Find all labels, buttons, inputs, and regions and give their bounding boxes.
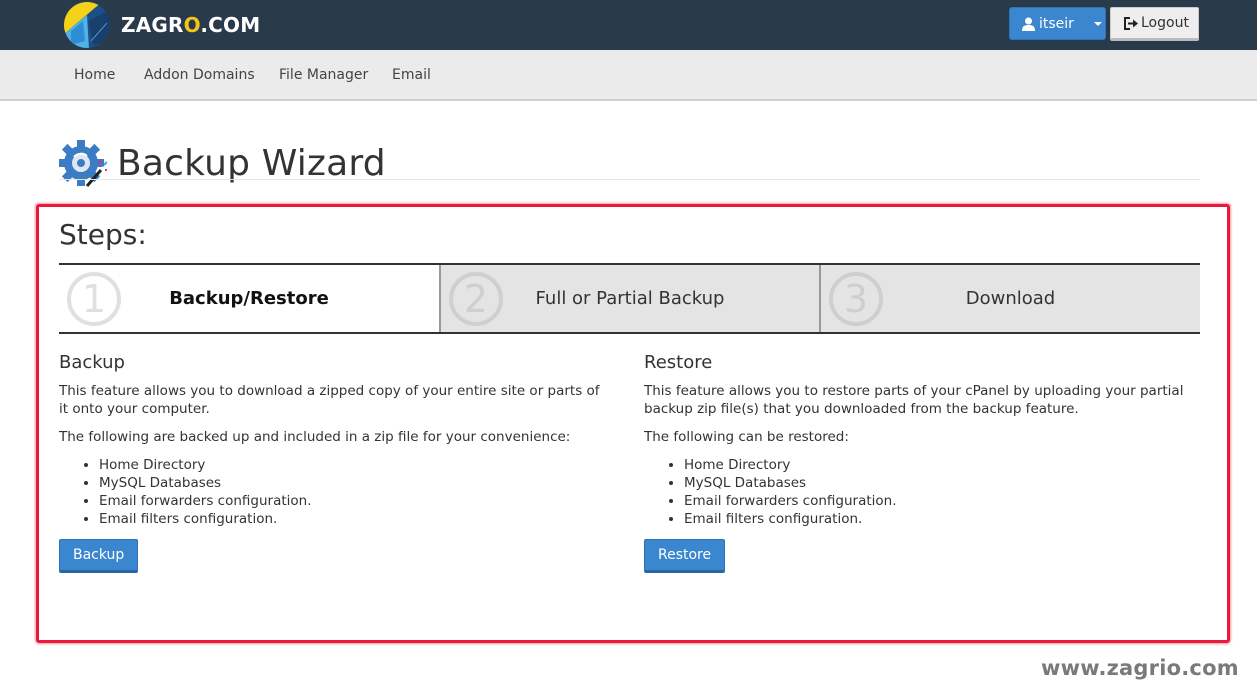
backup-wizard-icon	[59, 139, 107, 187]
backup-description: This feature allows you to download a zi…	[59, 383, 600, 417]
nav-item-addon-domains[interactable]: Addon Domains	[144, 67, 255, 83]
backup-heading: Backup	[59, 352, 125, 373]
list-item: Email forwarders configuration.	[684, 492, 1189, 510]
backup-list-intro: The following are backed up and included…	[59, 429, 571, 445]
nav-item-file-manager[interactable]: File Manager	[279, 67, 368, 83]
list-item: Home Directory	[684, 456, 1189, 474]
nav-bar: Home Addon Domains File Manager Email	[0, 50, 1257, 101]
brand-name: ZAGRO.COM	[121, 13, 261, 37]
header-divider	[59, 179, 1200, 180]
restore-items: Home Directory MySQL Databases Email for…	[644, 456, 1189, 528]
username: itseir	[1039, 15, 1074, 32]
backup-section: Backup This feature allows you to downlo…	[59, 352, 604, 573]
page-title: Backup Wizard	[117, 143, 386, 185]
restore-list-intro: The following can be restored:	[644, 429, 849, 445]
brand-logo-icon	[64, 2, 110, 48]
backup-button[interactable]: Backup	[59, 539, 139, 573]
list-item: Home Directory	[99, 456, 604, 474]
nav-item-email[interactable]: Email	[392, 67, 431, 83]
page-header: Backup Wizard	[59, 119, 386, 208]
step-number: 3	[829, 272, 883, 326]
step-label: Full or Partial Backup	[535, 288, 725, 309]
step-backup-restore[interactable]: 1 Backup/Restore	[59, 265, 439, 332]
watermark: www.zagrio.com	[1041, 656, 1239, 680]
list-item: Email filters configuration.	[684, 510, 1189, 528]
caret-down-icon	[1093, 21, 1102, 26]
user-icon	[1022, 17, 1035, 31]
logout-label: Logout	[1141, 15, 1189, 31]
list-item: Email forwarders configuration.	[99, 492, 604, 510]
step-download[interactable]: 3 Download	[819, 265, 1200, 332]
steps-bar: 1 Backup/Restore 2 Full or Partial Backu…	[59, 263, 1200, 334]
restore-heading: Restore	[644, 352, 713, 373]
backup-items: Home Directory MySQL Databases Email for…	[59, 456, 604, 528]
step-number: 2	[449, 272, 503, 326]
list-item: MySQL Databases	[99, 474, 604, 492]
steps-title: Steps:	[59, 218, 147, 251]
restore-section: Restore This feature allows you to resto…	[644, 352, 1189, 573]
restore-description: This feature allows you to restore parts…	[644, 383, 1184, 417]
step-label: Download	[965, 288, 1056, 309]
restore-button[interactable]: Restore	[644, 539, 726, 573]
user-menu-button[interactable]: itseir	[1009, 7, 1106, 40]
brand[interactable]: ZAGRO.COM	[63, 1, 260, 49]
step-number: 1	[67, 272, 121, 326]
nav-item-home[interactable]: Home	[74, 67, 115, 83]
list-item: MySQL Databases	[684, 474, 1189, 492]
list-item: Email filters configuration.	[99, 510, 604, 528]
top-bar: ZAGRO.COM itseir Logout	[0, 0, 1257, 50]
logout-icon	[1124, 16, 1138, 30]
logout-button[interactable]: Logout	[1110, 7, 1199, 41]
step-label: Backup/Restore	[169, 288, 329, 309]
step-full-partial-backup[interactable]: 2 Full or Partial Backup	[439, 265, 819, 332]
